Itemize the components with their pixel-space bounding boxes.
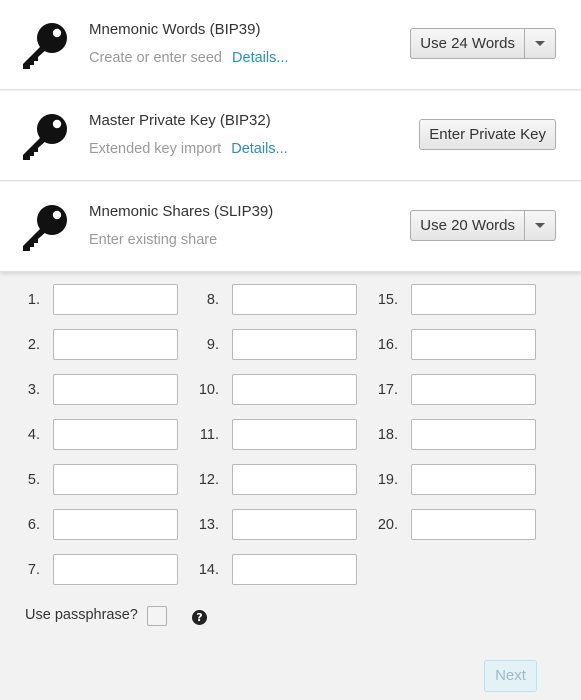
word-row: 9.	[192, 329, 357, 360]
key-icon	[23, 205, 67, 251]
word-number: 11.	[199, 426, 219, 443]
word-input[interactable]	[411, 329, 536, 360]
use-24-words-button[interactable]: Use 24 Words	[411, 29, 525, 58]
word-row: 18.	[371, 419, 536, 450]
share-word-count-dropdown: Use 20 Words	[410, 210, 556, 241]
word-row: 6.	[13, 509, 178, 540]
word-row: 8.	[192, 284, 357, 315]
word-number: 2.	[27, 336, 40, 353]
word-input[interactable]	[232, 509, 357, 540]
word-input[interactable]	[53, 419, 178, 450]
dropdown-toggle[interactable]	[525, 211, 555, 240]
card-title: Master Private Key (BIP32)	[89, 112, 271, 129]
enter-private-key-button[interactable]: Enter Private Key	[419, 119, 556, 150]
chevron-down-icon	[535, 41, 545, 46]
card-bip39: Mnemonic Words (BIP39) Create or enter s…	[0, 0, 581, 90]
word-row: 19.	[371, 464, 536, 495]
card-title: Mnemonic Shares (SLIP39)	[89, 203, 274, 220]
word-inputs-grid: 1. 2. 3. 4. 5. 6. 7. 8. 9. 10. 11. 12. 1…	[0, 270, 581, 590]
word-input[interactable]	[53, 284, 178, 315]
word-row: 4.	[13, 419, 178, 450]
word-input[interactable]	[53, 329, 178, 360]
word-row: 1.	[13, 284, 178, 315]
word-number: 20.	[377, 516, 398, 533]
key-icon	[23, 23, 67, 69]
word-number: 4.	[27, 426, 40, 443]
dropdown-toggle[interactable]	[525, 29, 555, 58]
details-link[interactable]: Details...	[231, 141, 287, 157]
word-input[interactable]	[411, 374, 536, 405]
word-row: 3.	[13, 374, 178, 405]
word-input[interactable]	[53, 374, 178, 405]
word-input[interactable]	[411, 509, 536, 540]
card-subtitle: Create or enter seed Details...	[89, 50, 288, 66]
word-input[interactable]	[232, 419, 357, 450]
word-input[interactable]	[411, 284, 536, 315]
passphrase-label: Use passphrase?	[25, 607, 138, 623]
word-number: 14.	[198, 561, 219, 578]
word-number: 3.	[27, 381, 40, 398]
word-input[interactable]	[232, 284, 357, 315]
word-number: 19.	[377, 471, 398, 488]
card-subtitle: Extended key import Details...	[89, 141, 288, 157]
card-slip39: Mnemonic Shares (SLIP39) Enter existing …	[0, 182, 581, 272]
word-row: 12.	[192, 464, 357, 495]
card-bip32: Master Private Key (BIP32) Extended key …	[0, 91, 581, 181]
word-row: 20.	[371, 509, 536, 540]
word-input[interactable]	[232, 554, 357, 585]
word-row: 15.	[371, 284, 536, 315]
word-row: 11.	[192, 419, 357, 450]
word-row: 2.	[13, 329, 178, 360]
word-number: 8.	[206, 291, 219, 308]
word-number: 12.	[198, 471, 219, 488]
word-number: 1.	[27, 291, 40, 308]
passphrase-checkbox[interactable]	[147, 606, 167, 626]
key-icon	[23, 114, 67, 160]
word-number: 13.	[198, 516, 219, 533]
word-number: 10.	[198, 381, 219, 398]
word-count-dropdown: Use 24 Words	[410, 28, 556, 59]
word-input[interactable]	[232, 464, 357, 495]
word-input[interactable]	[232, 374, 357, 405]
card-subtitle-text: Create or enter seed	[89, 50, 222, 66]
card-title: Mnemonic Words (BIP39)	[89, 21, 261, 38]
word-number: 7.	[27, 561, 40, 578]
word-number: 17.	[377, 381, 398, 398]
use-20-words-button[interactable]: Use 20 Words	[411, 211, 525, 240]
word-input[interactable]	[232, 329, 357, 360]
word-row: 10.	[192, 374, 357, 405]
word-number: 6.	[27, 516, 40, 533]
word-row: 5.	[13, 464, 178, 495]
word-input[interactable]	[411, 419, 536, 450]
word-row: 13.	[192, 509, 357, 540]
word-row: 14.	[192, 554, 357, 585]
word-row: 16.	[371, 329, 536, 360]
question-circle-icon[interactable]: ?	[192, 610, 207, 625]
word-number: 18.	[377, 426, 398, 443]
word-input[interactable]	[53, 509, 178, 540]
card-subtitle-text: Extended key import	[89, 141, 222, 157]
word-input[interactable]	[53, 464, 178, 495]
word-number: 16.	[377, 336, 398, 353]
word-number: 9.	[206, 336, 219, 353]
word-input[interactable]	[411, 464, 536, 495]
details-link[interactable]: Details...	[232, 50, 288, 66]
word-input[interactable]	[53, 554, 178, 585]
word-row: 17.	[371, 374, 536, 405]
word-row: 7.	[13, 554, 178, 585]
next-button[interactable]: Next	[484, 660, 537, 692]
word-number: 5.	[27, 471, 40, 488]
card-subtitle-text: Enter existing share	[89, 232, 218, 248]
chevron-down-icon	[535, 223, 545, 228]
word-number: 15.	[377, 291, 398, 308]
card-subtitle: Enter existing share	[89, 232, 217, 248]
